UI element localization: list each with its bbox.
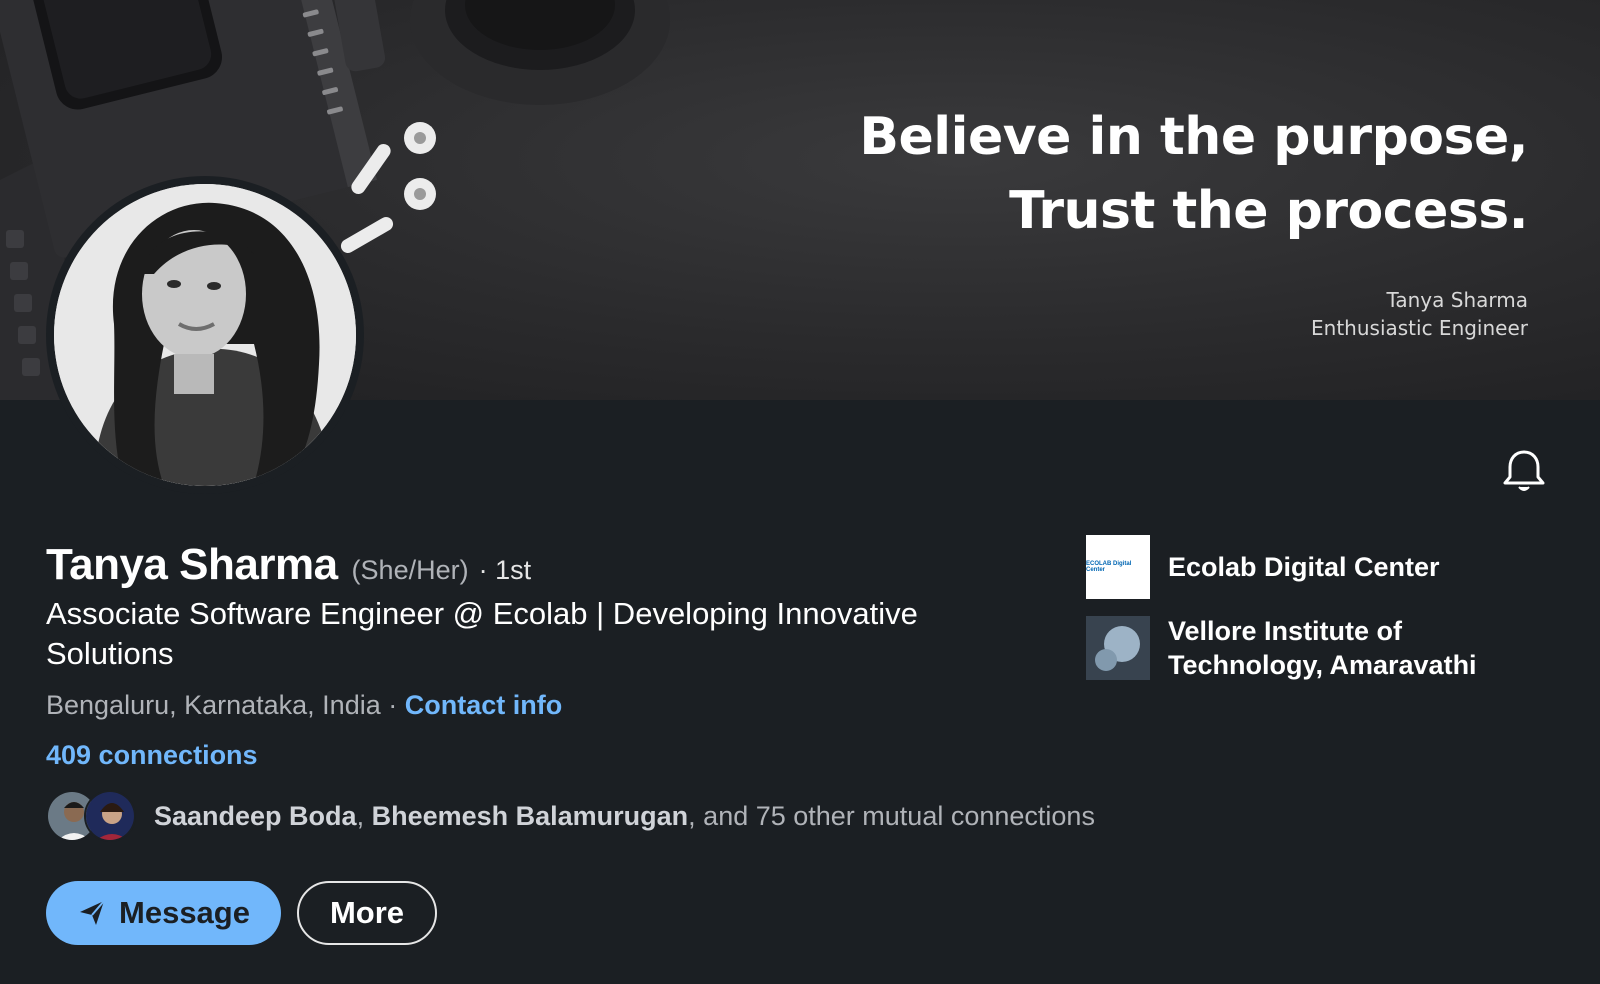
ecolab-logo: ECOLAB Digital Center [1086, 535, 1150, 599]
org-ecolab[interactable]: ECOLAB Digital Center Ecolab Digital Cen… [1086, 535, 1508, 599]
name-row: Tanya Sharma (She/Her) · 1st [46, 540, 531, 590]
profile-name: Tanya Sharma [46, 540, 338, 589]
banner-signature-name: Tanya Sharma [1386, 288, 1528, 312]
org-vit-name: Vellore Institute of Technology, Amarava… [1168, 616, 1477, 680]
more-button[interactable]: More [297, 881, 437, 945]
notification-bell-button[interactable] [1502, 448, 1546, 494]
ecolab-logo-text: ECOLAB Digital Center [1086, 561, 1132, 573]
message-button[interactable]: Message [46, 881, 281, 945]
mutual-rest: , and 75 other mutual connections [688, 800, 1095, 831]
mutual-name-1: Saandeep Boda [154, 800, 357, 831]
bell-icon [1503, 450, 1545, 491]
connections-link[interactable]: 409 connections [46, 740, 258, 771]
banner-quote-line1: Believe in the purpose, [859, 107, 1528, 167]
org-vit[interactable]: Vellore Institute of Technology, Amarava… [1086, 614, 1508, 682]
location-row: Bengaluru, Karnataka, India · Contact in… [46, 690, 562, 721]
profile-headline: Associate Software Engineer @ Ecolab | D… [46, 596, 918, 671]
mutual-avatar-2-image [86, 792, 134, 840]
banner-signature-title: Enthusiastic Engineer [1311, 316, 1528, 340]
school-logo-icon [1086, 616, 1150, 680]
mutual-name-2: Bheemesh Balamurugan [371, 800, 689, 831]
mutual-connections-text: Saandeep Boda, Bheemesh Balamurugan, and… [154, 801, 1095, 832]
banner-quote-line2: Trust the process. [1009, 181, 1528, 241]
contact-info-link[interactable]: Contact info [405, 690, 562, 720]
profile-photo[interactable] [46, 176, 364, 494]
mutual-avatar-2 [84, 790, 136, 842]
banner-quote: Believe in the purpose, Trust the proces… [859, 100, 1528, 248]
avatar-portrait [54, 184, 356, 486]
message-button-label: Message [119, 895, 250, 930]
mutual-separator: , [356, 800, 372, 831]
profile-card: Believe in the purpose, Trust the proces… [0, 0, 1600, 984]
send-icon [80, 900, 105, 925]
school-logo-shape [1086, 616, 1150, 680]
action-buttons: Message More [46, 881, 437, 945]
profile-location: Bengaluru, Karnataka, India [46, 690, 381, 720]
org-ecolab-name: Ecolab Digital Center [1168, 552, 1440, 582]
avatar [54, 184, 356, 486]
connection-degree: · 1st [478, 555, 532, 585]
location-separator: · [380, 690, 405, 720]
profile-pronouns: (She/Her) [351, 555, 469, 585]
banner-signature: Tanya Sharma Enthusiastic Engineer [1311, 286, 1528, 342]
mutual-connections[interactable]: Saandeep Boda, Bheemesh Balamurugan, and… [46, 788, 1095, 844]
